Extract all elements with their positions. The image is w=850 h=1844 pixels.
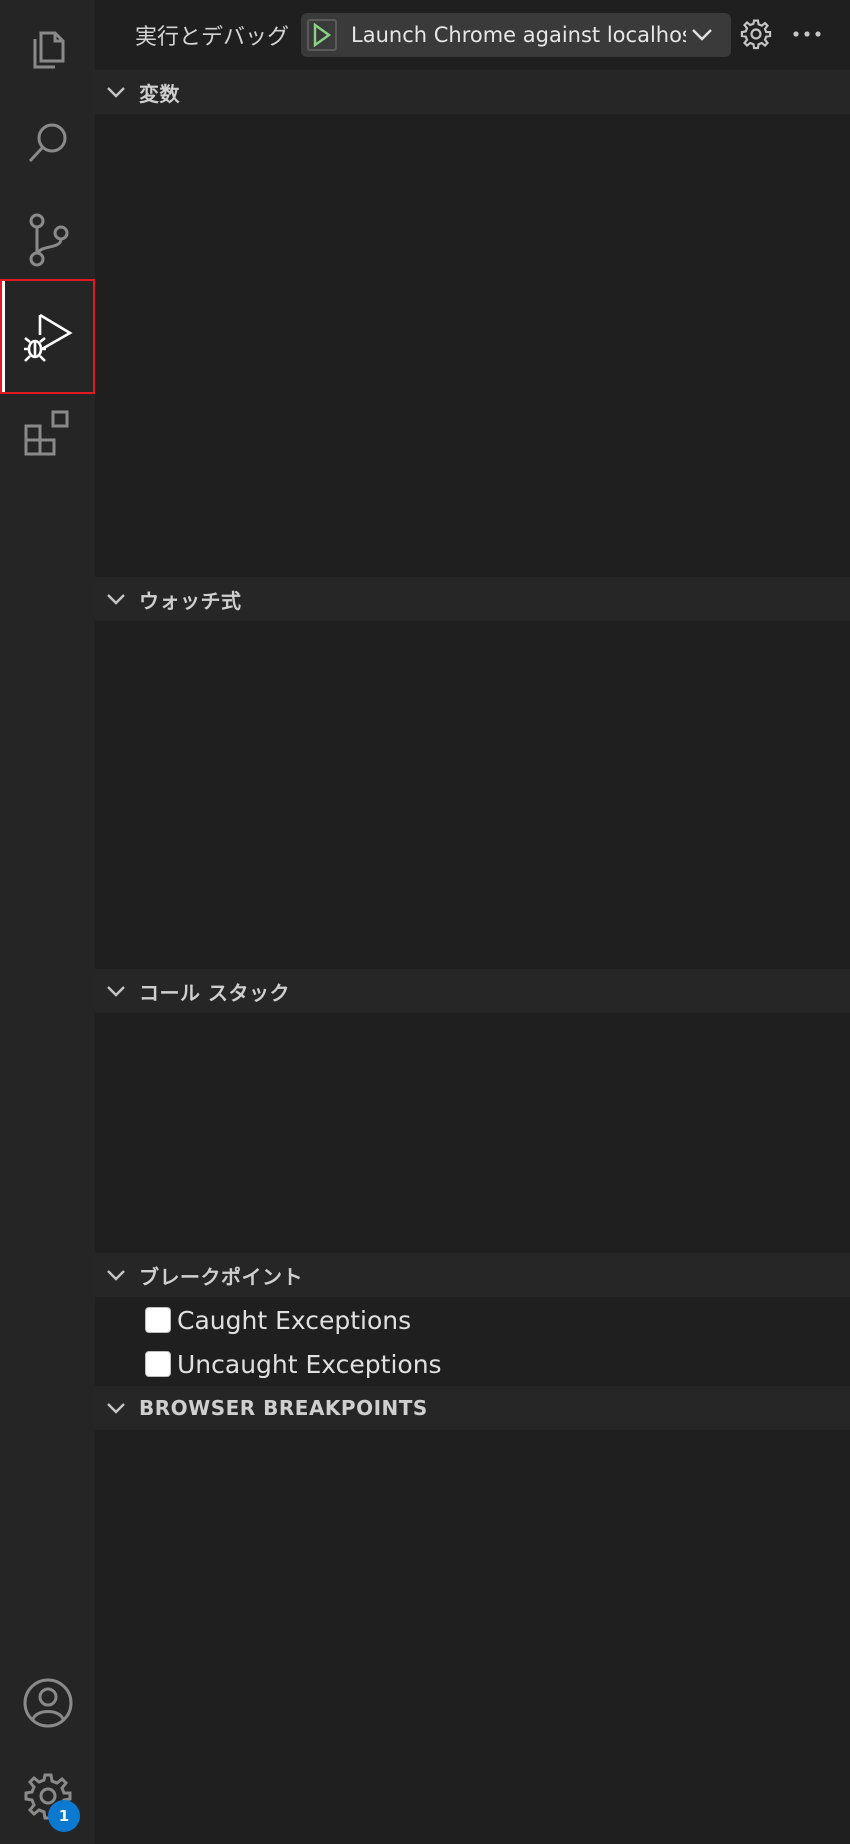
- launch-config-dropdown[interactable]: Launch Chrome against localhost: [301, 13, 732, 57]
- section-watch-header[interactable]: ウォッチ式: [95, 577, 850, 621]
- ellipsis-icon[interactable]: [792, 30, 822, 38]
- play-icon: [313, 23, 332, 47]
- section-watch-label: ウォッチ式: [139, 588, 242, 613]
- launch-config-label: Launch Chrome against localhost: [351, 23, 687, 47]
- section-variables-label: 変数: [139, 81, 180, 106]
- activity-bar: 1: [0, 0, 95, 1844]
- chevron-down-icon: [107, 1270, 125, 1281]
- section-breakpoints-label: ブレークポイント: [139, 1264, 303, 1289]
- source-control-icon: [29, 213, 68, 266]
- section-call-stack-label: コール スタック: [139, 980, 290, 1005]
- debug-icon: [23, 313, 73, 362]
- section-breakpoints-header[interactable]: ブレークポイント: [95, 1253, 850, 1297]
- breakpoint-uncaught-exceptions: Uncaught Exceptions: [145, 1346, 442, 1382]
- chevron-down-icon: [107, 1403, 125, 1414]
- gear-icon[interactable]: [740, 18, 772, 50]
- uncaught-exceptions-checkbox[interactable]: [145, 1351, 171, 1377]
- activity-accounts[interactable]: [0, 1655, 95, 1750]
- chevron-down-icon: [107, 986, 125, 997]
- extensions-icon: [24, 410, 68, 455]
- breakpoint-label: Uncaught Exceptions: [177, 1349, 442, 1379]
- chevron-down-icon: [107, 594, 125, 605]
- activity-manage[interactable]: [0, 1748, 95, 1843]
- notification-badge: 1: [48, 1800, 80, 1832]
- activity-search[interactable]: [0, 95, 95, 190]
- account-icon: [23, 1678, 72, 1727]
- view-title: 実行とデバッグ: [135, 25, 290, 50]
- debug-toolbar: 実行とデバッグ Launch Chrome against localhost: [95, 0, 850, 70]
- section-browser-breakpoints-header[interactable]: BROWSER BREAKPOINTS: [95, 1386, 850, 1430]
- activity-run-debug[interactable]: [0, 279, 95, 394]
- search-icon: [28, 123, 66, 162]
- breakpoint-caught-exceptions: Caught Exceptions: [145, 1302, 411, 1338]
- breakpoint-label: Caught Exceptions: [177, 1305, 412, 1335]
- chevron-down-icon: [107, 87, 125, 98]
- activity-extensions[interactable]: [0, 385, 95, 480]
- chevron-down-icon: [692, 29, 712, 41]
- vscode-window: 1 実行とデバッグ Launch Chrome against localhos…: [0, 0, 850, 1844]
- activity-explorer[interactable]: [0, 0, 95, 95]
- activity-source-control[interactable]: [0, 192, 95, 287]
- caught-exceptions-checkbox[interactable]: [145, 1307, 171, 1333]
- section-browser-breakpoints-label: BROWSER BREAKPOINTS: [139, 1396, 428, 1420]
- start-debugging-button[interactable]: [307, 19, 338, 51]
- section-variables-header[interactable]: 変数: [95, 70, 850, 114]
- files-icon: [33, 31, 64, 68]
- run-debug-sidebar: 実行とデバッグ Launch Chrome against localhost: [95, 0, 850, 1844]
- section-call-stack-header[interactable]: コール スタック: [95, 969, 850, 1013]
